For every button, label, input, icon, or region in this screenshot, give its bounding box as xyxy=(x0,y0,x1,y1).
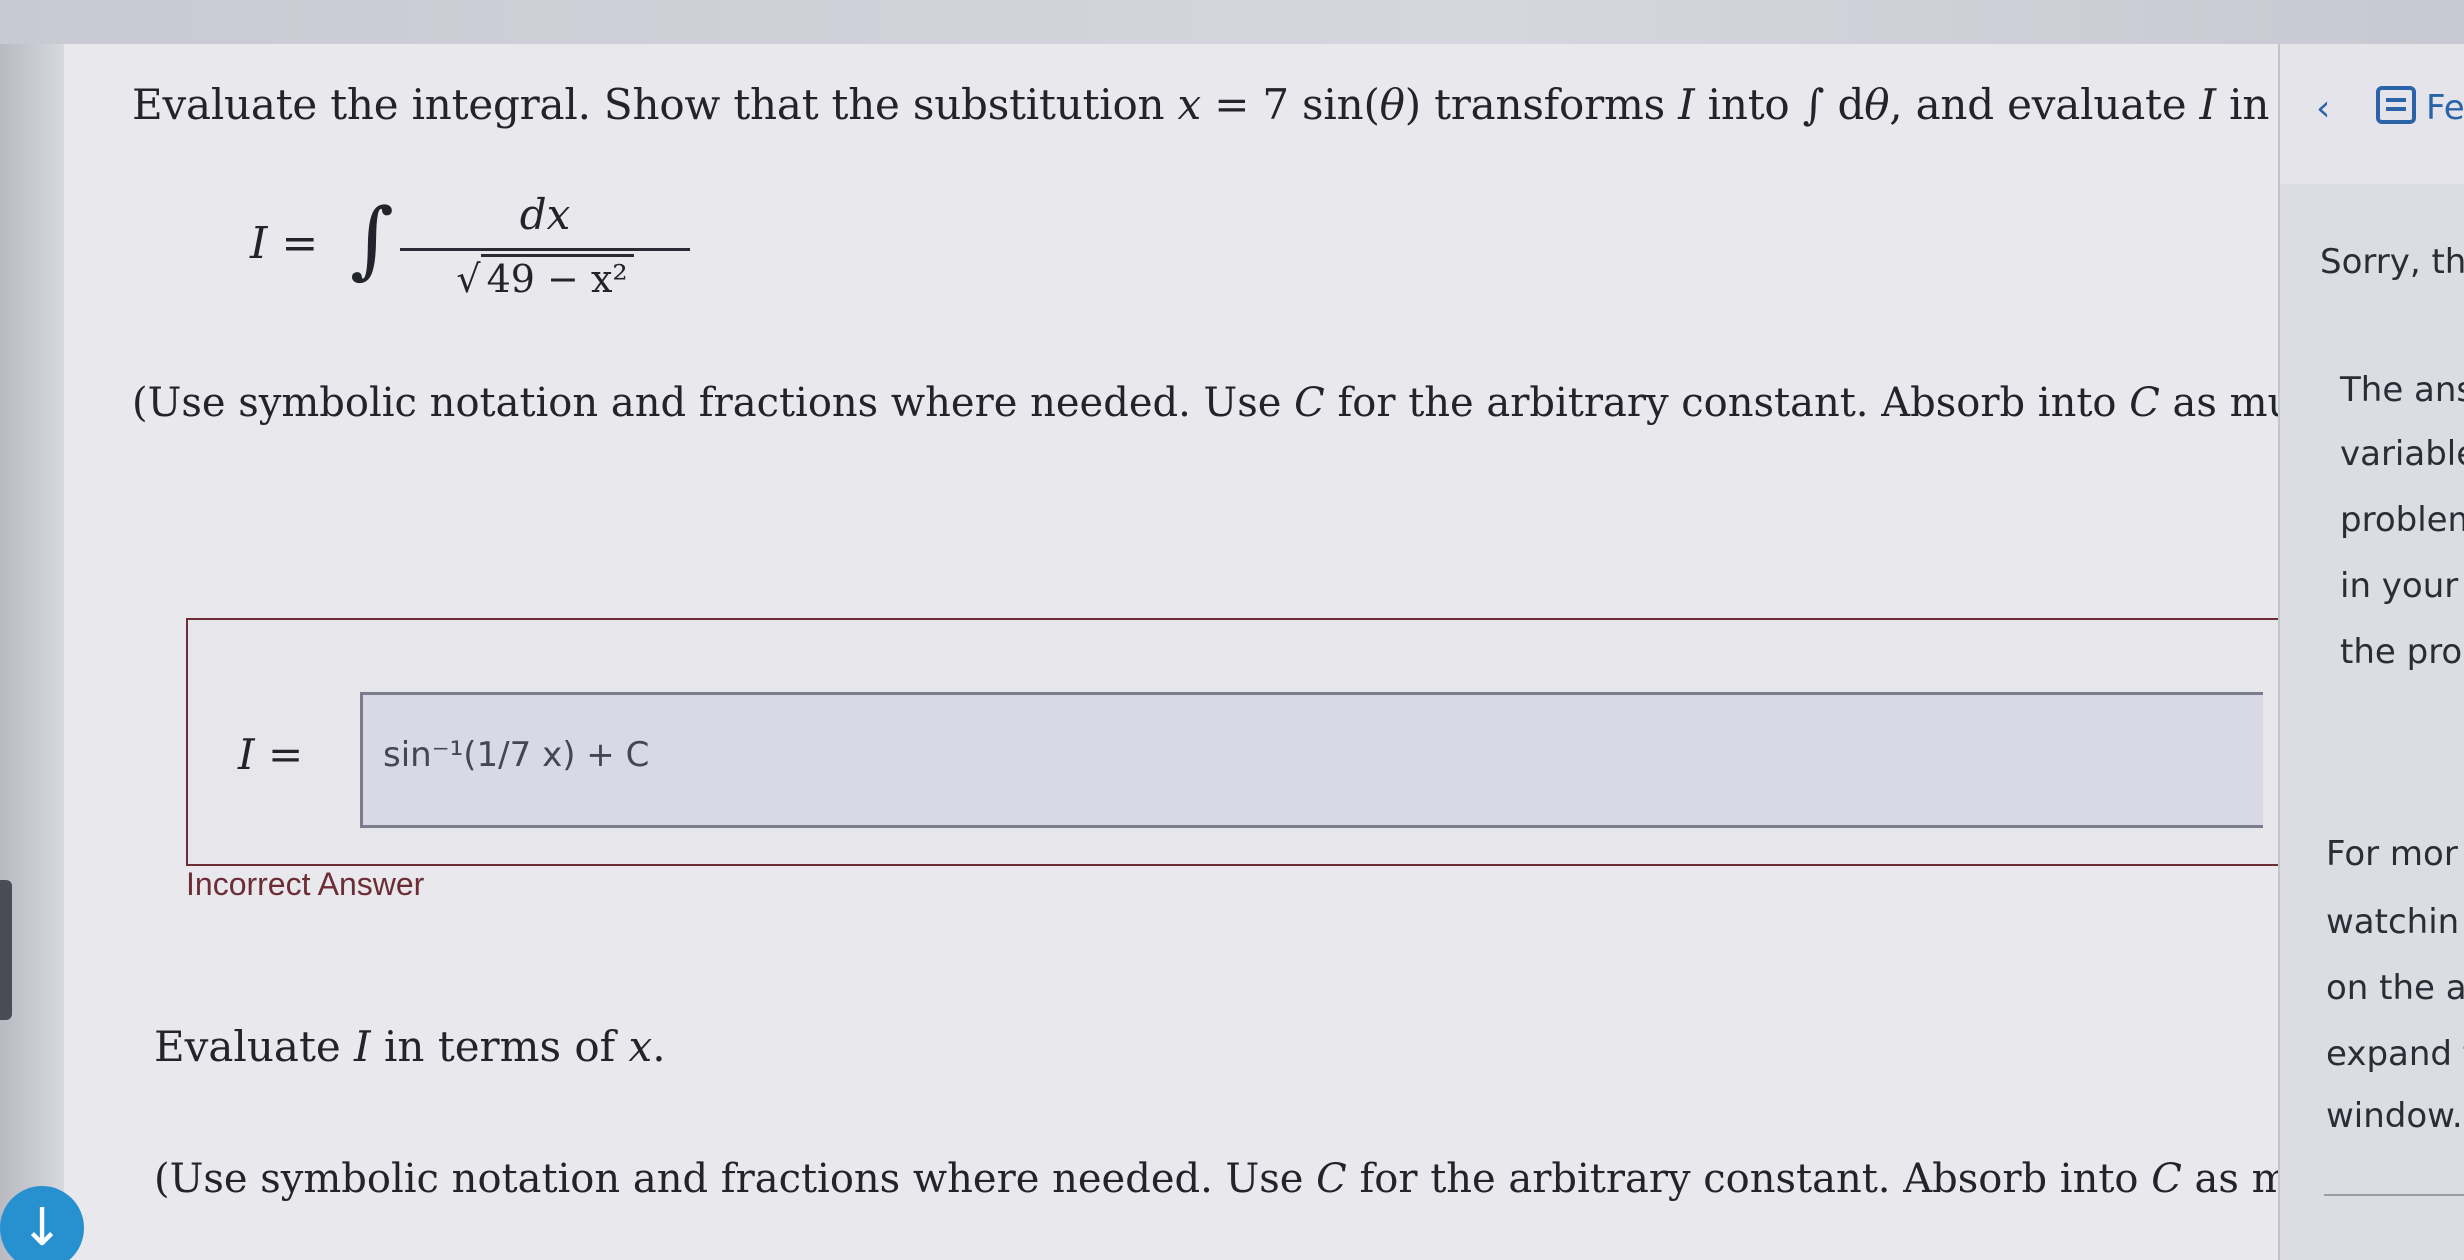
chevron-left-icon[interactable]: ‹ xyxy=(2316,88,2330,129)
scroll-down-button[interactable]: ↓ xyxy=(0,1186,84,1260)
answer-label: I = xyxy=(238,730,304,779)
part2-text: in terms of xyxy=(370,1022,629,1071)
prompt-theta: θ xyxy=(1379,80,1405,129)
feedback-line: Sorry, th xyxy=(2320,242,2464,282)
integrand-numerator: dx xyxy=(519,190,571,239)
feedback-line: problem xyxy=(2340,500,2464,540)
answer-input[interactable]: sin⁻¹(1/7 x) + C xyxy=(360,692,2263,828)
integral-lhs: I = xyxy=(250,218,319,269)
integral-expression: I = ∫ dx √ 49 − x² xyxy=(250,180,690,330)
question-prompt: Evaluate the integral. Show that the sub… xyxy=(132,80,2464,129)
part2-text: Evaluate xyxy=(154,1022,355,1071)
instructions-C: C xyxy=(1316,1156,1347,1202)
instructions: (Use symbolic notation and fractions whe… xyxy=(132,380,2464,426)
part2-text: . xyxy=(652,1022,666,1071)
part2-prompt: Evaluate I in terms of x. xyxy=(154,1022,666,1071)
prompt-var-I: I xyxy=(1678,80,1695,129)
answer-box: I = sin⁻¹(1/7 x) + C xyxy=(186,618,2280,866)
prompt-var-x: x xyxy=(1177,80,1202,129)
prompt-text: = 7 sin( xyxy=(1201,80,1380,129)
prompt-var-I: I xyxy=(2199,80,2217,129)
instructions-C: C xyxy=(2151,1156,2182,1202)
prompt-theta: θ xyxy=(1864,80,1890,129)
integrand-fraction: dx √ 49 − x² xyxy=(400,190,690,301)
feedback-title: Fe xyxy=(2426,88,2464,128)
radical-sign: √ xyxy=(456,257,481,301)
integral-sign: ∫ xyxy=(350,190,394,288)
feedback-icon xyxy=(2376,86,2416,124)
left-tab-handle[interactable] xyxy=(0,880,12,1020)
instructions-text: (Use symbolic notation and fractions whe… xyxy=(132,380,1295,426)
instructions-C: C xyxy=(1294,380,1325,426)
feedback-line: The ans xyxy=(2340,370,2464,410)
fraction-bar xyxy=(400,248,690,251)
page: Evaluate the integral. Show that the sub… xyxy=(0,0,2464,1260)
instructions-C: C xyxy=(2129,380,2160,426)
feedback-line: window. xyxy=(2326,1096,2463,1136)
instructions-text: for the arbitrary constant. Absorb into xyxy=(1324,380,2130,426)
feedback-line: in your xyxy=(2340,566,2459,606)
feedback-line: watchin xyxy=(2326,902,2460,942)
prompt-text: into ∫ d xyxy=(1694,80,1865,129)
feedback-header: ‹ Fe xyxy=(2280,44,2464,184)
instructions-text: for the arbitrary constant. Absorb into xyxy=(1346,1156,2152,1202)
prompt-text: Evaluate the integral. Show that the sub… xyxy=(132,80,1178,129)
instructions-text: (Use symbolic notation and fractions whe… xyxy=(154,1156,1317,1202)
feedback-line: expand t xyxy=(2326,1034,2464,1074)
feedback-line: For mor xyxy=(2326,834,2458,874)
feedback-panel: ‹ Fe Sorry, th The ans variable problem … xyxy=(2278,44,2464,1260)
divider xyxy=(2324,1194,2464,1196)
integrand-denominator: √ 49 − x² xyxy=(400,254,690,301)
part2-var-I: I xyxy=(354,1022,371,1071)
feedback-line: variable xyxy=(2340,434,2464,474)
arrow-down-icon: ↓ xyxy=(20,1198,64,1258)
radicand: 49 − x² xyxy=(480,254,634,301)
instructions-2: (Use symbolic notation and fractions whe… xyxy=(154,1156,2464,1202)
answer-value: sin⁻¹(1/7 x) + C xyxy=(383,735,650,775)
feedback-line: the prob xyxy=(2340,632,2464,672)
top-strip xyxy=(0,0,2464,44)
prompt-text: ) transforms xyxy=(1404,80,1679,129)
left-edge xyxy=(0,44,64,1260)
feedback-line: on the a xyxy=(2326,968,2464,1008)
incorrect-answer-status: Incorrect Answer xyxy=(186,866,425,902)
part2-var-x: x xyxy=(628,1022,653,1071)
prompt-text: , and evaluate xyxy=(1889,80,2200,129)
